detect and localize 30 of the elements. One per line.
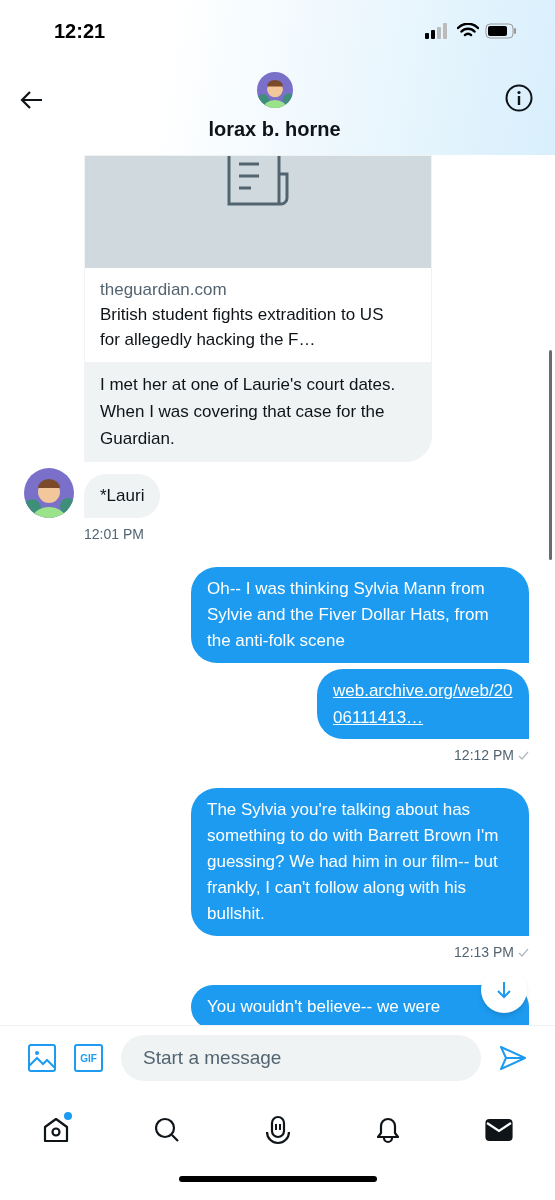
- mail-icon[interactable]: [485, 1118, 513, 1142]
- message-time: 12:01 PM: [84, 525, 144, 544]
- message-time: 12:12 PM: [454, 746, 514, 765]
- message-text: You wouldn't believe-- we were: [207, 997, 441, 1016]
- link-title[interactable]: British student fights extradition to US for allegedly hacking the F…: [100, 302, 416, 352]
- avatar[interactable]: [24, 468, 74, 518]
- message-text: *Lauri: [100, 486, 145, 505]
- microphone-icon[interactable]: [263, 1115, 292, 1145]
- message-text: I met her at one of Laurie's court dates. When I was covering that case for the Guardian.: [99, 374, 397, 450]
- wifi-icon: [457, 23, 479, 39]
- status-time: 12:21: [54, 19, 106, 44]
- check-icon: [518, 750, 529, 761]
- check-icon: [518, 947, 529, 958]
- back-arrow-icon[interactable]: [20, 90, 44, 110]
- down-arrow-icon: [496, 981, 512, 999]
- message-text: The Sylvia you're talking about has something to do with Barrett Brown I'm guessing? We had him in our film-- but frankly, I can't follow along with his bullshit.: [207, 800, 499, 923]
- message-input[interactable]: Start a message: [121, 1035, 481, 1081]
- message-text: Oh-- I was thinking Sylvia Mann from Sylvie and the Fiver Dollar Hats, from the anti-folk scene: [207, 579, 489, 650]
- search-icon[interactable]: [152, 1116, 181, 1144]
- message-time: 12:13 PM: [454, 943, 514, 962]
- link-domain: theguardian.com: [100, 279, 228, 301]
- send-icon[interactable]: [499, 1045, 527, 1071]
- contact-name[interactable]: lorax b. horne: [208, 114, 341, 144]
- link-card[interactable]: theguardian.com British student fights extradition to US for allegedly hacking the F… I met her at one of Laurie's court dates. When I was covering that case for the Guardian.: [84, 155, 432, 462]
- info-icon[interactable]: [505, 84, 533, 112]
- home-icon[interactable]: [42, 1115, 70, 1145]
- avatar[interactable]: [256, 72, 293, 108]
- image-icon[interactable]: [28, 1044, 56, 1072]
- battery-icon: [485, 23, 517, 39]
- scroll-down-button[interactable]: [481, 967, 527, 1013]
